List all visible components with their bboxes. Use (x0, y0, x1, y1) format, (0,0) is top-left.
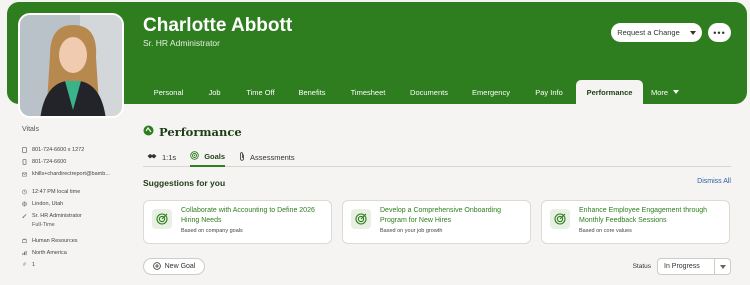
goal-target-icon (351, 209, 371, 229)
location: Lindon, Utah (32, 201, 64, 207)
mobile-icon (22, 159, 27, 165)
department: Human Resources (32, 238, 78, 244)
request-change-button[interactable]: Request a Change (611, 23, 702, 42)
hash-icon: # (23, 262, 26, 268)
tab-documents[interactable]: Documents (398, 80, 460, 104)
vitals-title: Vitals (22, 126, 39, 133)
performance-icon (143, 125, 154, 139)
caret-down-icon (673, 90, 680, 94)
mobile-phone-row[interactable]: 801-724-6600 (22, 156, 132, 168)
suggestion-title: Develop a Comprehensive Onboarding Progr… (380, 207, 502, 224)
job-title: Sr. HR Administrator (32, 213, 82, 219)
mobile-phone: 801-724-6600 (32, 159, 67, 165)
subtab-assessments[interactable]: Assessments (239, 148, 295, 167)
suggestion-source: Based on company goals (181, 228, 243, 234)
employee-number-row: # 1 (22, 259, 132, 271)
phone-icon (22, 147, 27, 153)
chevron-down-icon (714, 259, 730, 274)
email: khills+chardirectreport@bamb... (32, 171, 110, 177)
plus-circle-icon (152, 261, 161, 272)
caret-down-icon (689, 30, 696, 35)
performance-panel: Performance 1:1s Goals Assessments Sugge… (143, 124, 731, 275)
suggestion-source: Based on your job growth (380, 228, 443, 234)
request-change-label: Request a Change (617, 28, 680, 37)
location-icon (22, 201, 27, 207)
local-time: 12:47 PM local time (32, 189, 81, 195)
profile-photo (18, 13, 124, 118)
goals-toolbar: New Goal Status In Progress (143, 258, 731, 275)
more-actions-button[interactable]: ••• (708, 23, 731, 42)
region: North America (32, 250, 67, 256)
email-icon (22, 172, 27, 177)
performance-heading: Performance (143, 124, 731, 140)
briefcase-icon (22, 214, 27, 219)
tab-benefits[interactable]: Benefits (286, 80, 338, 104)
clock-icon (22, 189, 27, 195)
paperclip-icon (239, 152, 245, 163)
status-value: In Progress (664, 263, 700, 270)
suggestion-card[interactable]: Enhance Employee Engagement through Mont… (541, 200, 730, 244)
employment-type: Full-Time (32, 222, 55, 228)
tab-emergency[interactable]: Emergency (460, 80, 522, 104)
tab-performance[interactable]: Performance (576, 80, 643, 104)
tab-timesheet[interactable]: Timesheet (338, 80, 398, 104)
status-label: Status (632, 263, 651, 270)
goal-target-icon (550, 209, 570, 229)
goal-target-icon (152, 209, 172, 229)
profile-tabs: Personal Job Time Off Benefits Timesheet… (143, 80, 687, 104)
tab-more[interactable]: More (643, 80, 687, 104)
suggestion-source: Based on core values (579, 228, 632, 234)
suggestions-header: Suggestions for you Dismiss All (143, 178, 731, 188)
tab-job[interactable]: Job (194, 80, 235, 104)
suggestion-title: Enhance Employee Engagement through Mont… (579, 207, 708, 224)
performance-subtabs: 1:1s Goals Assessments (143, 148, 731, 167)
local-time-row: 12:47 PM local time (22, 186, 132, 198)
dismiss-all-link[interactable]: Dismiss All (697, 178, 731, 188)
employee-title: Sr. HR Administrator (143, 38, 220, 48)
email-row[interactable]: khills+chardirectreport@bamb... (22, 168, 132, 180)
employee-name: Charlotte Abbott (143, 15, 293, 36)
employee-number: 1 (32, 262, 36, 268)
status-filter: Status In Progress (633, 258, 731, 275)
subtab-goals[interactable]: Goals (190, 148, 226, 167)
vitals-sidebar: Vitals 801-724-6600 x 1272 801-724-6600 … (22, 126, 132, 271)
subtab-one-on-ones[interactable]: 1:1s (147, 148, 176, 167)
region-icon (22, 250, 27, 256)
ellipsis-icon: ••• (713, 27, 726, 38)
region-row: North America (22, 247, 132, 259)
work-phone-row[interactable]: 801-724-6600 x 1272 (22, 144, 132, 156)
handshake-icon (147, 153, 157, 162)
tab-time-off[interactable]: Time Off (235, 80, 286, 104)
suggestions-title: Suggestions for you (143, 178, 226, 188)
job-title-row: Sr. HR Administrator (22, 210, 132, 222)
tab-personal[interactable]: Personal (143, 80, 194, 104)
location-row: Lindon, Utah (22, 198, 132, 210)
department-row: Human Resources (22, 235, 132, 247)
work-phone: 801-724-6600 x 1272 (32, 147, 85, 153)
performance-title: Performance (159, 125, 242, 139)
new-goal-button[interactable]: New Goal (143, 258, 205, 275)
department-icon (22, 238, 27, 244)
suggestion-cards: Collaborate with Accounting to Define 20… (143, 200, 731, 244)
suggestion-card[interactable]: Collaborate with Accounting to Define 20… (143, 200, 332, 244)
suggestion-title: Collaborate with Accounting to Define 20… (181, 207, 315, 224)
tab-pay-info[interactable]: Pay Info (522, 80, 576, 104)
status-select[interactable]: In Progress (657, 258, 731, 275)
target-icon (190, 151, 199, 162)
suggestion-card[interactable]: Develop a Comprehensive Onboarding Progr… (342, 200, 531, 244)
